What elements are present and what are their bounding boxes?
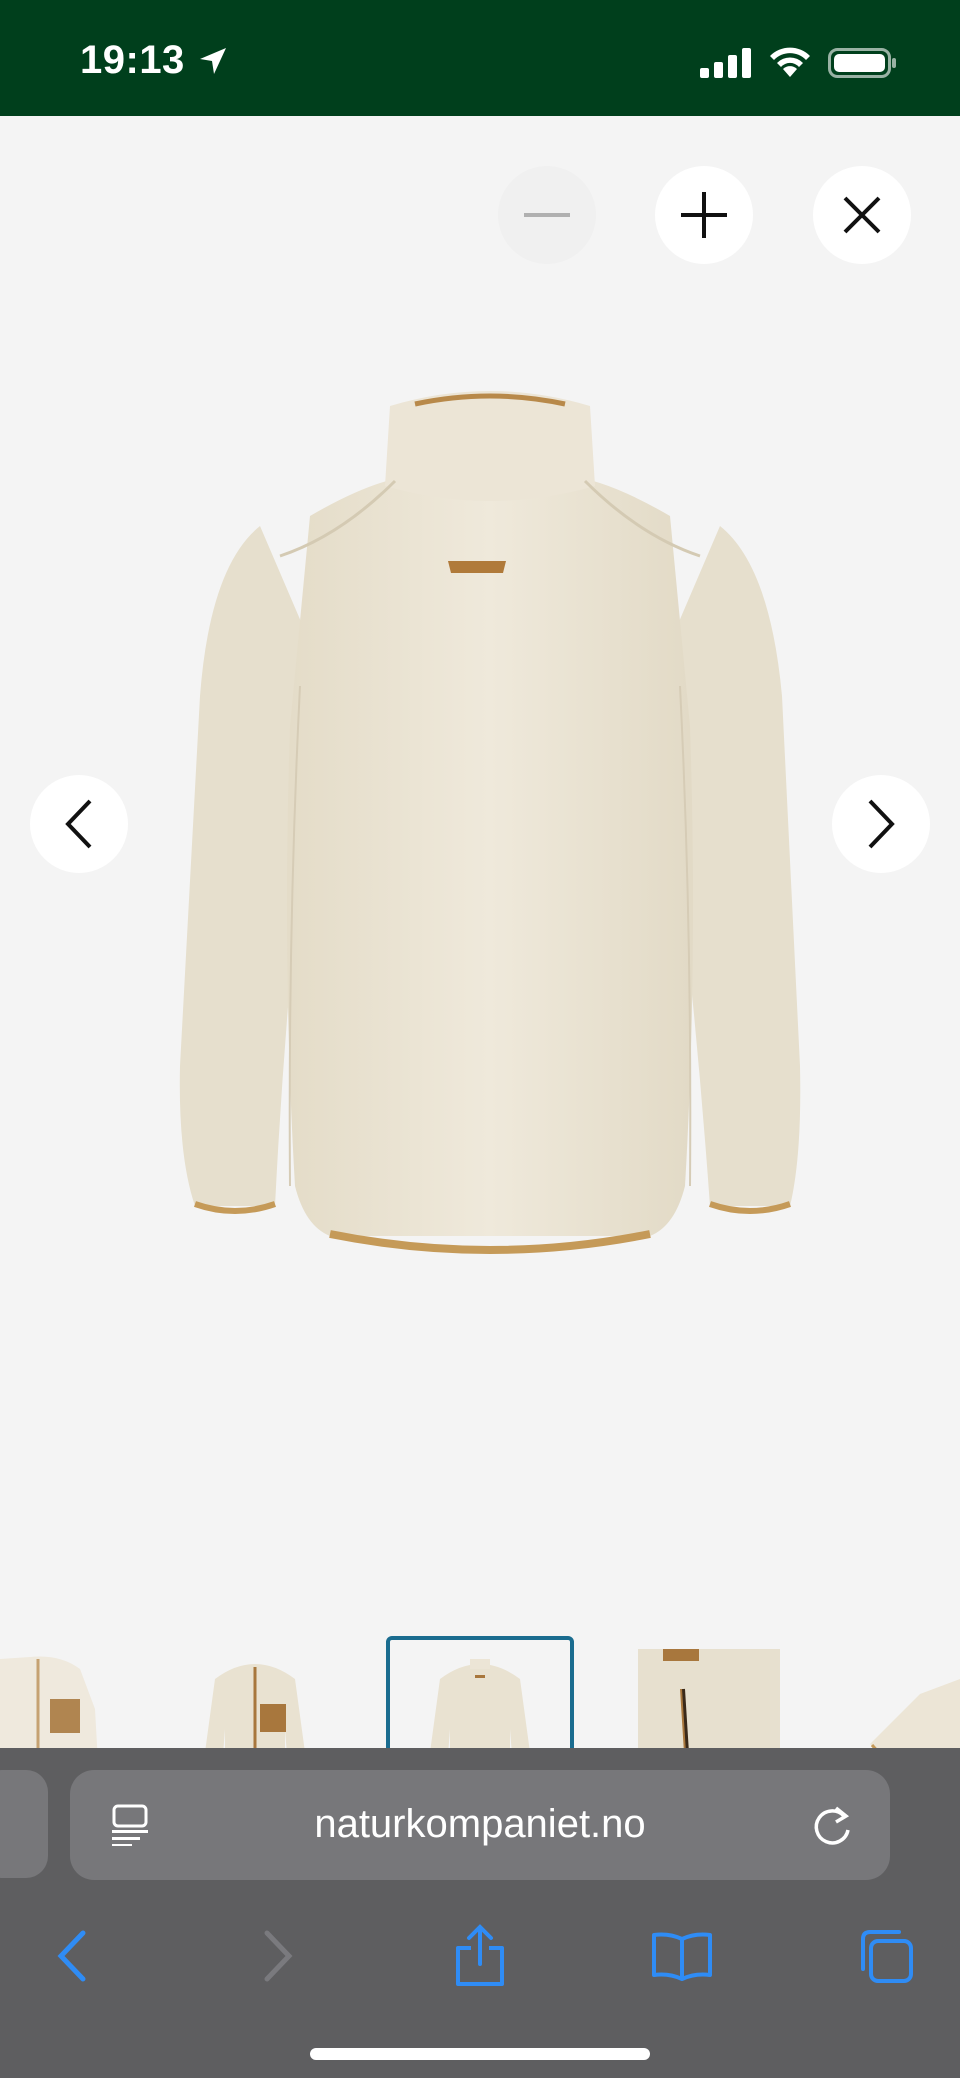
minus-icon bbox=[524, 213, 570, 217]
zoom-in-button[interactable] bbox=[655, 166, 753, 264]
share-button[interactable] bbox=[440, 1916, 520, 1996]
forward-button[interactable] bbox=[238, 1916, 318, 1996]
status-bar: 19:13 bbox=[0, 0, 960, 116]
image-viewer bbox=[0, 116, 960, 1822]
bookmarks-button[interactable] bbox=[642, 1916, 722, 1996]
previous-image-button[interactable] bbox=[30, 775, 128, 873]
book-icon bbox=[652, 1932, 712, 1981]
cellular-signal-icon bbox=[700, 48, 751, 78]
zoom-out-button[interactable] bbox=[498, 166, 596, 264]
chevron-right-icon bbox=[868, 799, 895, 849]
close-icon bbox=[843, 196, 881, 234]
chevron-right-icon bbox=[264, 1930, 293, 1982]
tabs-button[interactable] bbox=[846, 1916, 926, 1996]
back-button[interactable] bbox=[32, 1916, 112, 1996]
wifi-icon bbox=[770, 47, 810, 77]
tabs-icon bbox=[861, 1930, 913, 1983]
chevron-left-icon bbox=[65, 799, 92, 849]
status-time: 19:13 bbox=[80, 38, 185, 82]
battery-icon bbox=[828, 48, 896, 78]
plus-icon bbox=[681, 192, 727, 238]
address-bar[interactable]: naturkompaniet.no bbox=[70, 1770, 890, 1880]
chevron-left-icon bbox=[57, 1930, 86, 1982]
home-indicator bbox=[310, 2048, 650, 2060]
previous-tab-preview[interactable] bbox=[0, 1770, 48, 1878]
close-button[interactable] bbox=[813, 166, 911, 264]
product-image-main bbox=[179, 391, 801, 1254]
location-arrow-icon bbox=[200, 48, 226, 74]
browser-bottom-bar: naturkompaniet.no bbox=[0, 1748, 960, 2078]
url-text: naturkompaniet.no bbox=[314, 1802, 646, 1846]
next-image-button[interactable] bbox=[832, 775, 930, 873]
share-icon bbox=[456, 1924, 504, 1986]
reload-icon[interactable] bbox=[810, 1802, 854, 1848]
